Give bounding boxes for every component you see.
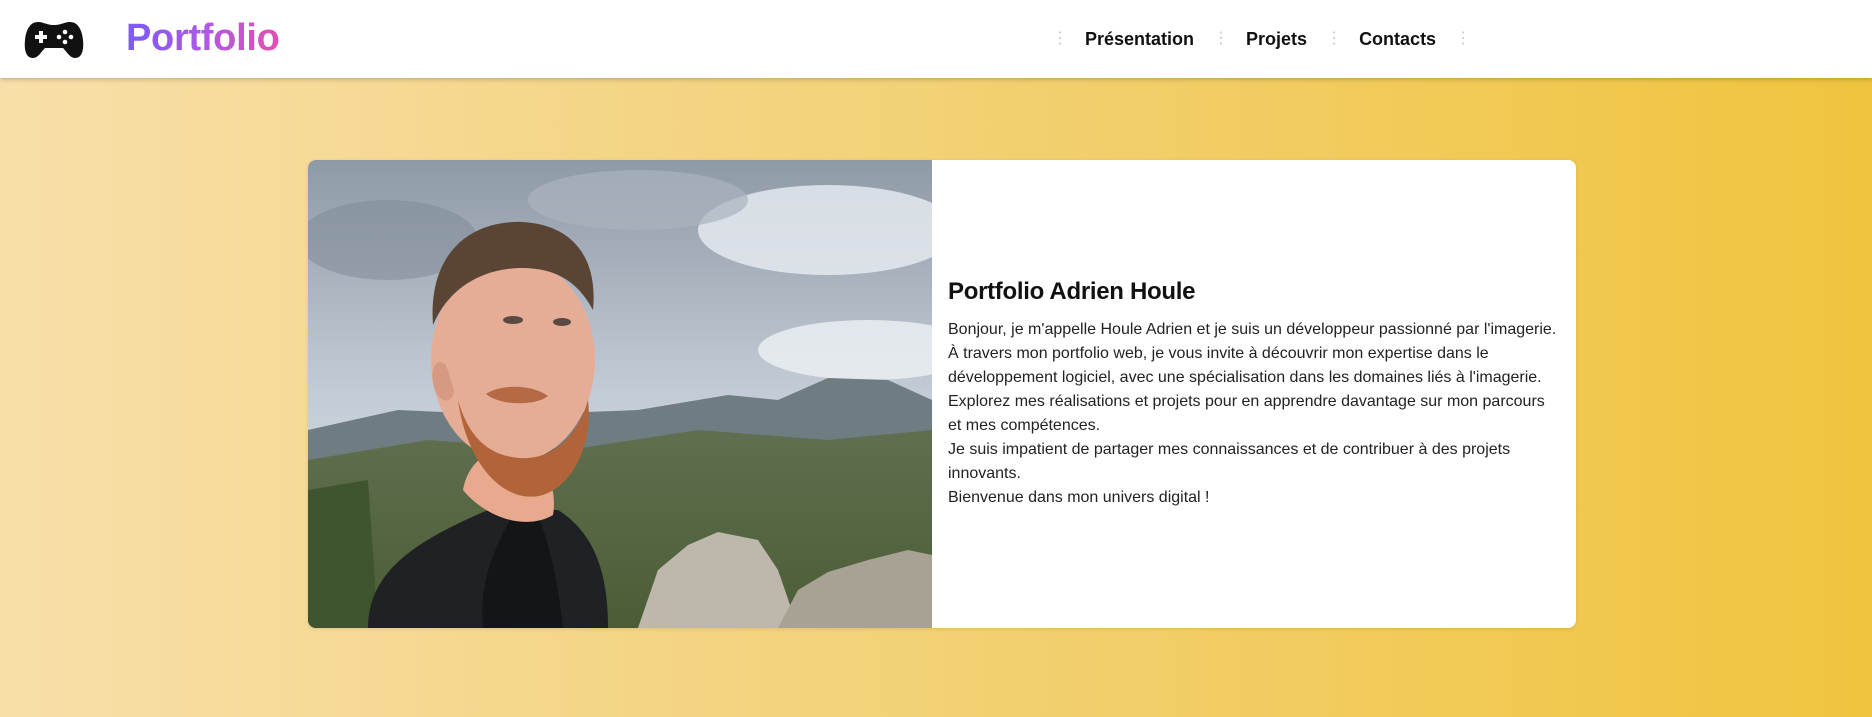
gamepad-icon[interactable] <box>24 16 84 62</box>
main-nav: ⋮ Présentation ⋮ Projets ⋮ Contacts ⋮ <box>1052 20 1472 58</box>
intro-description: Bonjour, je m'appelle Houle Adrien et je… <box>948 318 1560 510</box>
brand-title[interactable]: Portfolio <box>126 13 280 63</box>
intro-title: Portfolio Adrien Houle <box>948 278 1196 305</box>
nav-separator: ⋮ <box>1455 30 1472 47</box>
intro-card: Portfolio Adrien Houle Bonjour, je m'app… <box>308 160 1576 628</box>
nav-link-projets[interactable]: Projets <box>1227 20 1326 58</box>
top-navbar: Portfolio ⋮ Présentation ⋮ Projets ⋮ Con… <box>0 0 1872 78</box>
nav-link-contacts[interactable]: Contacts <box>1340 20 1455 58</box>
nav-separator: ⋮ <box>1326 30 1343 47</box>
intro-paragraph: Bonjour, je m'appelle Houle Adrien et je… <box>948 321 1557 434</box>
intro-paragraph: Je suis impatient de partager mes connai… <box>948 441 1511 482</box>
intro-text-column: Portfolio Adrien Houle Bonjour, je m'app… <box>948 160 1560 628</box>
nav-link-presentation[interactable]: Présentation <box>1066 20 1213 58</box>
profile-photo <box>308 160 932 628</box>
intro-paragraph: Bienvenue dans mon univers digital ! <box>948 489 1210 506</box>
nav-separator: ⋮ <box>1052 30 1068 47</box>
nav-separator: ⋮ <box>1213 30 1230 47</box>
